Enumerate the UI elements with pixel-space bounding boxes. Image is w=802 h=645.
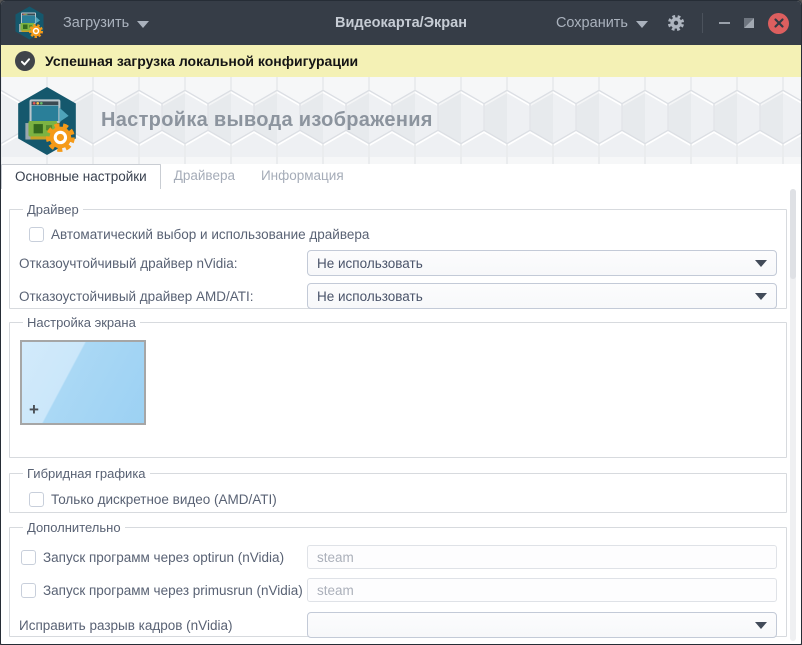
add-screen-button[interactable]: +	[29, 400, 39, 420]
restore-button[interactable]	[744, 18, 754, 28]
nvidia-failsafe-dropdown[interactable]: Не использовать	[307, 250, 777, 276]
notification-bar: Успешная загрузка локальной конфигурации	[1, 45, 801, 77]
screen-group-legend: Настройка экрана	[27, 315, 136, 330]
scrollbar-thumb[interactable]	[790, 189, 796, 279]
notification-message: Успешная загрузка локальной конфигурации	[45, 53, 359, 69]
primusrun-checkbox[interactable]	[21, 582, 36, 598]
amd-failsafe-value: Не использовать	[317, 288, 423, 304]
auto-driver-checkbox[interactable]	[29, 226, 44, 242]
optirun-command-input[interactable]	[307, 545, 777, 569]
load-button-label: Загрузить	[63, 15, 130, 31]
close-icon	[773, 18, 784, 28]
tab-drivers[interactable]: Драйвера	[161, 164, 248, 189]
auto-driver-label: Автоматический выбор и использование дра…	[51, 226, 370, 242]
page-title: Настройка вывода изображения	[101, 109, 433, 131]
vertical-scrollbar[interactable]	[790, 189, 796, 641]
additional-group: Дополнительно Запуск программ через opti…	[9, 520, 787, 638]
chevron-down-icon	[137, 20, 150, 28]
hybrid-graphics-group: Гибридная графика Только дискретное виде…	[9, 466, 787, 513]
primusrun-label: Запуск программ через primusrun (nVidia)	[43, 582, 303, 598]
success-check-icon	[15, 51, 35, 71]
primusrun-command-input[interactable]	[307, 578, 777, 602]
screen-preview[interactable]: +	[20, 340, 146, 425]
optirun-label: Запуск программ через optirun (nVidia)	[43, 549, 285, 565]
app-icon	[14, 6, 45, 40]
tab-main-settings[interactable]: Основные настройки	[1, 164, 161, 189]
nvidia-failsafe-value: Не использовать	[317, 255, 423, 271]
screen-group: Настройка экрана +	[9, 315, 787, 458]
tearfix-dropdown[interactable]	[307, 612, 777, 638]
tab-information[interactable]: Информация	[248, 164, 357, 189]
tearfix-label: Исправить разрыв кадров (nVidia)	[19, 617, 233, 633]
close-button[interactable]	[768, 12, 789, 34]
tabbar: Основные настройки Драйвера Информация	[1, 164, 801, 189]
chevron-down-icon	[755, 259, 767, 267]
nvidia-failsafe-label: Отказоучтойчивый драйвер nVidia:	[19, 255, 238, 271]
discrete-only-label: Только дискретное видео (AMD/ATI)	[51, 491, 277, 507]
minimize-button[interactable]	[719, 22, 730, 24]
titlebar: Загрузить Видеокарта/Экран Сохранить	[1, 1, 801, 45]
driver-group: Драйвер Автоматический выбор и использов…	[9, 202, 787, 309]
additional-group-legend: Дополнительно	[27, 520, 121, 535]
settings-gear-button[interactable]	[666, 13, 686, 33]
driver-group-legend: Драйвер	[27, 202, 79, 217]
tab-content: Драйвер Автоматический выбор и использов…	[1, 189, 801, 644]
hybrid-group-legend: Гибридная графика	[27, 466, 146, 481]
optirun-checkbox[interactable]	[21, 549, 36, 565]
module-icon	[15, 86, 79, 161]
page-header: Настройка вывода изображения	[1, 77, 801, 164]
discrete-only-checkbox[interactable]	[29, 491, 44, 507]
app-window: Загрузить Видеокарта/Экран Сохранить Усп…	[0, 0, 802, 645]
chevron-down-icon	[755, 292, 767, 300]
save-button-label: Сохранить	[555, 15, 628, 31]
save-button[interactable]: Сохранить	[556, 15, 648, 31]
amd-failsafe-dropdown[interactable]: Не использовать	[307, 283, 777, 309]
load-button[interactable]: Загрузить	[63, 15, 150, 31]
chevron-down-icon	[636, 20, 648, 28]
chevron-down-icon	[755, 621, 767, 629]
amd-failsafe-label: Отказоустойчивый драйвер AMD/ATI:	[19, 288, 254, 304]
titlebar-separator	[702, 13, 703, 33]
